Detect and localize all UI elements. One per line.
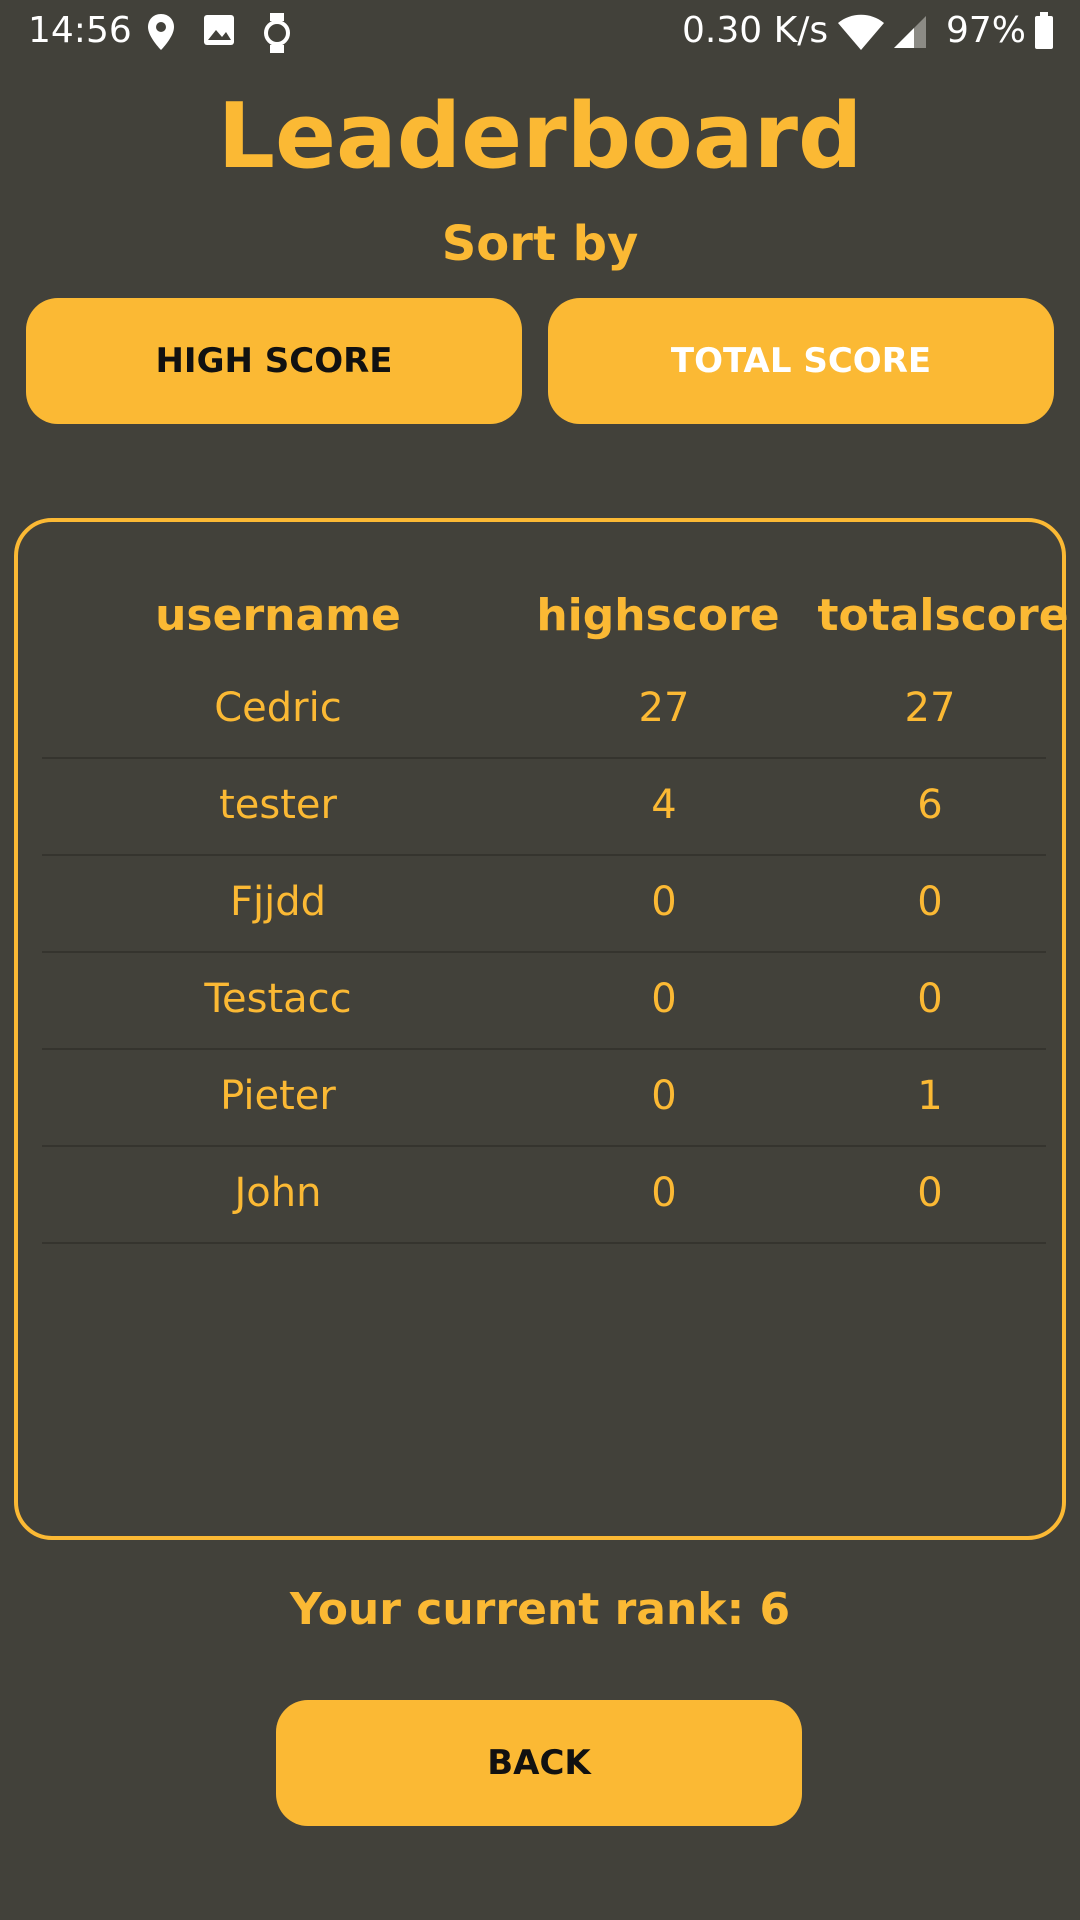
status-bar: 14:56 0.30 K/s 97% (0, 0, 1080, 64)
cell-username: Cedric (214, 685, 342, 731)
image-icon (202, 12, 236, 57)
wifi-icon (836, 14, 886, 61)
cell-highscore: 27 (638, 685, 690, 731)
network-speed: 0.30 K/s (682, 10, 829, 51)
location-icon (146, 12, 176, 61)
leaderboard-table: username highscore totalscore Cedric 27 … (14, 518, 1069, 1540)
sort-total-score-button[interactable]: TOTAL SCORE (548, 298, 1054, 424)
battery-percent: 97% (946, 10, 1027, 51)
table-header: username highscore totalscore (18, 562, 1068, 664)
cell-highscore: 0 (651, 976, 677, 1022)
page-title: Leaderboard (217, 84, 863, 189)
battery-icon (1034, 12, 1054, 59)
status-time: 14:56 (28, 10, 132, 51)
header-username: username (155, 590, 401, 641)
cell-username: tester (219, 782, 337, 828)
back-button[interactable]: BACK (276, 1700, 802, 1826)
cell-username: Testacc (204, 976, 352, 1022)
sort-by-label: Sort by (441, 216, 639, 272)
table-row: John 0 0 (42, 1147, 1046, 1244)
header-highscore: highscore (536, 590, 780, 641)
table-body: Cedric 27 27 tester 4 6 Fjjdd 0 0 Testac… (42, 662, 1046, 1244)
current-rank-text: Your current rank: 6 (289, 1584, 791, 1635)
cell-highscore: 4 (651, 782, 677, 828)
cell-totalscore: 27 (904, 685, 956, 731)
table-row: Testacc 0 0 (42, 953, 1046, 1050)
header-totalscore: totalscore (817, 590, 1069, 641)
cell-totalscore: 0 (917, 879, 943, 925)
cell-username: Pieter (220, 1073, 336, 1119)
cell-highscore: 0 (651, 1073, 677, 1119)
cell-username: John (234, 1170, 322, 1216)
watch-icon (262, 12, 292, 63)
cell-totalscore: 0 (917, 976, 943, 1022)
table-row: Fjjdd 0 0 (42, 856, 1046, 953)
table-row: tester 4 6 (42, 759, 1046, 856)
signal-icon (892, 14, 928, 59)
cell-highscore: 0 (651, 879, 677, 925)
table-row: Pieter 0 1 (42, 1050, 1046, 1147)
cell-username: Fjjdd (229, 879, 326, 925)
cell-totalscore: 6 (917, 782, 943, 828)
cell-totalscore: 0 (917, 1170, 943, 1216)
sort-high-score-button[interactable]: HIGH SCORE (26, 298, 522, 424)
cell-highscore: 0 (651, 1170, 677, 1216)
cell-totalscore: 1 (917, 1073, 943, 1119)
table-row: Cedric 27 27 (42, 662, 1046, 759)
